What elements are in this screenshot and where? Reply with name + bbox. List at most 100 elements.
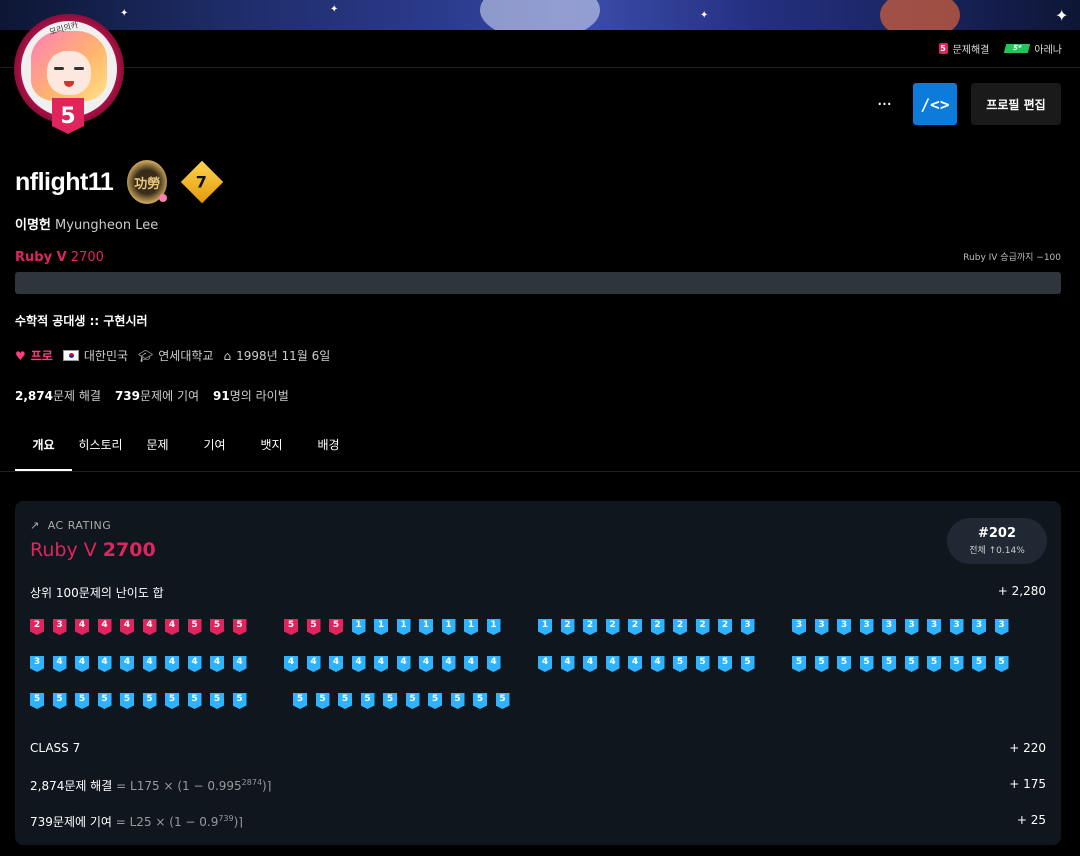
diamond-1-tier-icon[interactable]: 1 — [441, 619, 456, 635]
diamond-1-tier-icon[interactable]: 1 — [486, 619, 501, 635]
diamond-4-tier-icon[interactable]: 4 — [306, 656, 321, 672]
diamond-5-tier-icon[interactable]: 5 — [187, 693, 202, 709]
diamond-4-tier-icon[interactable]: 4 — [284, 656, 298, 672]
diamond-3-tier-icon[interactable]: 3 — [792, 619, 806, 635]
diamond-4-tier-icon[interactable]: 4 — [232, 656, 247, 672]
diamond-2-tier-icon[interactable]: 2 — [650, 619, 665, 635]
edit-profile-button[interactable]: 프로필 편집 — [971, 83, 1061, 125]
medal-badge-icon[interactable]: 功勞 — [127, 160, 168, 204]
diamond-5-tier-icon[interactable]: 5 — [972, 656, 986, 672]
diamond-5-tier-icon[interactable]: 5 — [293, 693, 307, 709]
nav-arena-link[interactable]: 5* 아레나 — [1004, 41, 1062, 56]
diamond-2-tier-icon[interactable]: 2 — [718, 619, 732, 635]
diamond-1-tier-icon[interactable]: 1 — [396, 619, 411, 635]
ruby-4-tier-icon[interactable]: 4 — [142, 619, 157, 635]
school-link[interactable]: 🎓︎ 연세대학교 — [138, 347, 213, 364]
diamond-5-tier-icon[interactable]: 5 — [120, 693, 134, 709]
diamond-5-tier-icon[interactable]: 5 — [232, 693, 247, 709]
diamond-4-tier-icon[interactable]: 4 — [396, 656, 411, 672]
diamond-2-tier-icon[interactable]: 2 — [560, 619, 575, 635]
diamond-5-tier-icon[interactable]: 5 — [97, 693, 112, 709]
diamond-4-tier-icon[interactable]: 4 — [628, 656, 642, 672]
diamond-2-tier-icon[interactable]: 2 — [695, 619, 710, 635]
diamond-4-tier-icon[interactable]: 4 — [165, 656, 179, 672]
tab-overview[interactable]: 개요 — [15, 426, 72, 471]
diamond-5-tier-icon[interactable]: 5 — [837, 656, 851, 672]
diamond-4-tier-icon[interactable]: 4 — [464, 656, 478, 672]
diamond-5-tier-icon[interactable]: 5 — [814, 656, 829, 672]
diamond-4-tier-icon[interactable]: 4 — [97, 656, 112, 672]
diamond-5-tier-icon[interactable]: 5 — [718, 656, 732, 672]
diamond-5-tier-icon[interactable]: 5 — [927, 656, 941, 672]
diamond-3-tier-icon[interactable]: 3 — [927, 619, 941, 635]
diamond-5-tier-icon[interactable]: 5 — [360, 693, 375, 709]
diamond-5-tier-icon[interactable]: 5 — [165, 693, 179, 709]
diamond-4-tier-icon[interactable]: 4 — [187, 656, 202, 672]
diamond-4-tier-icon[interactable]: 4 — [560, 656, 575, 672]
diamond-5-tier-icon[interactable]: 5 — [495, 693, 510, 709]
diamond-4-tier-icon[interactable]: 4 — [650, 656, 665, 672]
diamond-5-tier-icon[interactable]: 5 — [338, 693, 352, 709]
diamond-5-tier-icon[interactable]: 5 — [949, 656, 964, 672]
diamond-5-tier-icon[interactable]: 5 — [383, 693, 397, 709]
diamond-3-tier-icon[interactable]: 3 — [814, 619, 829, 635]
diamond-5-tier-icon[interactable]: 5 — [450, 693, 465, 709]
diamond-5-tier-icon[interactable]: 5 — [904, 656, 919, 672]
diamond-4-tier-icon[interactable]: 4 — [351, 656, 366, 672]
diamond-5-tier-icon[interactable]: 5 — [994, 656, 1009, 672]
diamond-3-tier-icon[interactable]: 3 — [740, 619, 755, 635]
diamond-4-tier-icon[interactable]: 4 — [486, 656, 501, 672]
tab-backgrounds[interactable]: 배경 — [300, 426, 357, 471]
tab-history[interactable]: 히스토리 — [72, 426, 129, 471]
ruby-4-tier-icon[interactable]: 4 — [97, 619, 112, 635]
diamond-5-tier-icon[interactable]: 5 — [473, 693, 487, 709]
diamond-4-tier-icon[interactable]: 4 — [75, 656, 89, 672]
diamond-4-tier-icon[interactable]: 4 — [52, 656, 67, 672]
diamond-4-tier-icon[interactable]: 4 — [538, 656, 552, 672]
diamond-5-tier-icon[interactable]: 5 — [428, 693, 442, 709]
diamond-4-tier-icon[interactable]: 4 — [329, 656, 343, 672]
diamond-5-tier-icon[interactable]: 5 — [695, 656, 710, 672]
diamond-3-tier-icon[interactable]: 3 — [859, 619, 874, 635]
diamond-1-tier-icon[interactable]: 1 — [538, 619, 552, 635]
diamond-5-tier-icon[interactable]: 5 — [405, 693, 420, 709]
ruby-5-tier-icon[interactable]: 5 — [284, 619, 298, 635]
diamond-4-tier-icon[interactable]: 4 — [142, 656, 157, 672]
diamond-4-tier-icon[interactable]: 4 — [210, 656, 224, 672]
diamond-2-tier-icon[interactable]: 2 — [673, 619, 687, 635]
diamond-2-tier-icon[interactable]: 2 — [628, 619, 642, 635]
ruby-5-tier-icon[interactable]: 5 — [329, 619, 343, 635]
diamond-4-tier-icon[interactable]: 4 — [583, 656, 597, 672]
rank-pill[interactable]: #202 전체 ↑0.14% — [947, 518, 1047, 564]
ruby-5-tier-icon[interactable]: 5 — [187, 619, 202, 635]
diamond-5-tier-icon[interactable]: 5 — [740, 656, 755, 672]
ruby-5-tier-icon[interactable]: 5 — [210, 619, 224, 635]
diamond-3-tier-icon[interactable]: 3 — [972, 619, 986, 635]
diamond-4-tier-icon[interactable]: 4 — [419, 656, 433, 672]
diamond-1-tier-icon[interactable]: 1 — [351, 619, 366, 635]
diamond-5-tier-icon[interactable]: 5 — [792, 656, 806, 672]
ruby-3-tier-icon[interactable]: 3 — [52, 619, 67, 635]
ruby-5-tier-icon[interactable]: 5 — [232, 619, 247, 635]
contrib-stat[interactable]: 739문제에 기여 — [115, 387, 199, 404]
solved-stat[interactable]: 2,874문제 해결 — [15, 387, 101, 404]
diamond-3-tier-icon[interactable]: 3 — [837, 619, 851, 635]
diamond-5-tier-icon[interactable]: 5 — [52, 693, 67, 709]
diamond-5-tier-icon[interactable]: 5 — [30, 693, 44, 709]
diamond-4-tier-icon[interactable]: 4 — [374, 656, 388, 672]
diamond-5-tier-icon[interactable]: 5 — [142, 693, 157, 709]
diamond-5-tier-icon[interactable]: 5 — [859, 656, 874, 672]
diamond-3-tier-icon[interactable]: 3 — [882, 619, 896, 635]
ruby-5-tier-icon[interactable]: 5 — [306, 619, 321, 635]
country-link[interactable]: 대한민국 — [62, 347, 128, 364]
diamond-4-tier-icon[interactable]: 4 — [120, 656, 134, 672]
code-embed-button[interactable]: /<> — [913, 83, 957, 125]
tab-contributions[interactable]: 기여 — [186, 426, 243, 471]
ruby-4-tier-icon[interactable]: 4 — [120, 619, 134, 635]
diamond-5-tier-icon[interactable]: 5 — [75, 693, 89, 709]
diamond-2-tier-icon[interactable]: 2 — [605, 619, 620, 635]
diamond-3-tier-icon[interactable]: 3 — [904, 619, 919, 635]
diamond-5-tier-icon[interactable]: 5 — [882, 656, 896, 672]
diamond-4-tier-icon[interactable]: 4 — [605, 656, 620, 672]
diamond-1-tier-icon[interactable]: 1 — [374, 619, 388, 635]
